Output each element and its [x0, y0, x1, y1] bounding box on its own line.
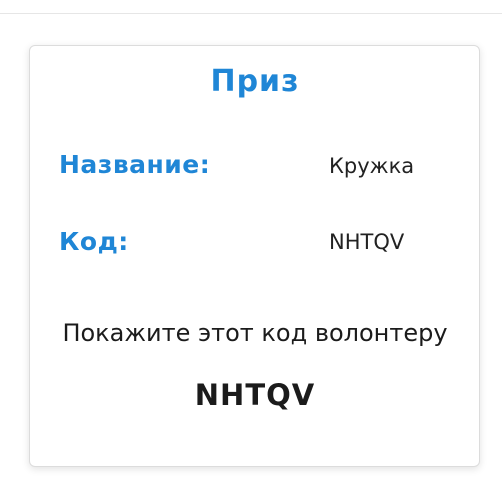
name-value: Кружка	[329, 154, 415, 178]
instruction-text: Покажите этот код волонтеру	[62, 319, 448, 347]
name-label: Название:	[59, 150, 211, 179]
display-code: NHTQV	[194, 378, 316, 412]
prize-title: Приз	[210, 64, 300, 99]
code-value: NHTQV	[329, 230, 405, 254]
code-label: Код:	[59, 227, 129, 256]
top-divider	[0, 13, 502, 14]
